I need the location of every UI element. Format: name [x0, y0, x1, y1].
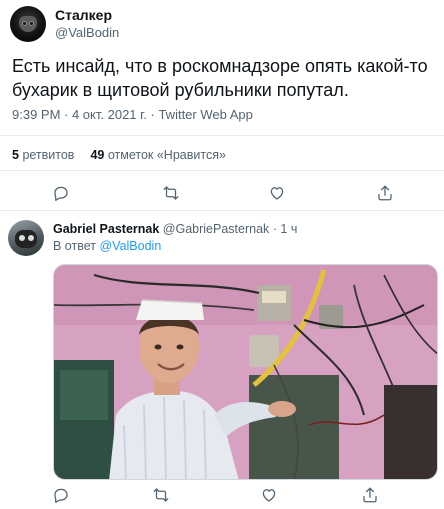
retweets-count: 5: [12, 148, 19, 162]
author-block: Сталкер @ValBodin: [55, 7, 119, 41]
tweet-meta[interactable]: 9:39 PM · 4 окт. 2021 г. · Twitter Web A…: [12, 107, 253, 122]
like-icon[interactable]: [258, 484, 280, 506]
author-name[interactable]: Сталкер: [55, 7, 119, 24]
reply-author-handle[interactable]: @GabriePasternak: [163, 222, 270, 236]
divider: [0, 170, 444, 171]
tweet-text: Есть инсайд, что в роскомнадзоре опять к…: [12, 56, 428, 100]
share-icon[interactable]: [374, 182, 396, 204]
reply-photo[interactable]: [53, 264, 438, 480]
retweets-stat[interactable]: 5 ретвитов: [12, 148, 74, 162]
reply-to-link[interactable]: @ValBodin: [99, 239, 161, 253]
likes-label: отметок «Нравится»: [107, 148, 226, 162]
divider: [0, 135, 444, 136]
author-handle[interactable]: @ValBodin: [55, 24, 119, 41]
reply-actions: [0, 484, 444, 508]
reply-icon[interactable]: [50, 182, 72, 204]
tweet-stats: 5 ретвитов 49 отметок «Нравится»: [12, 148, 226, 162]
like-icon[interactable]: [266, 182, 288, 204]
tweet-header: Сталкер @ValBodin: [10, 6, 119, 42]
avatar[interactable]: [8, 220, 44, 256]
likes-stat[interactable]: 49 отметок «Нравится»: [90, 148, 225, 162]
retweet-icon[interactable]: [150, 484, 172, 506]
tweet-actions: [0, 182, 444, 206]
reply-time[interactable]: · 1 ч: [273, 222, 298, 236]
reply-header: Gabriel Pasternak @GabriePasternak · 1 ч: [53, 222, 297, 236]
reply-author-name[interactable]: Gabriel Pasternak: [53, 222, 159, 236]
reply-prefix: В ответ: [53, 239, 96, 253]
share-icon[interactable]: [359, 484, 381, 506]
reply-context: В ответ @ValBodin: [53, 239, 161, 253]
retweets-label: ретвитов: [22, 148, 75, 162]
avatar[interactable]: [10, 6, 46, 42]
retweet-icon[interactable]: [160, 182, 182, 204]
reply-icon[interactable]: [50, 484, 72, 506]
likes-count: 49: [90, 148, 105, 162]
divider: [0, 210, 444, 211]
